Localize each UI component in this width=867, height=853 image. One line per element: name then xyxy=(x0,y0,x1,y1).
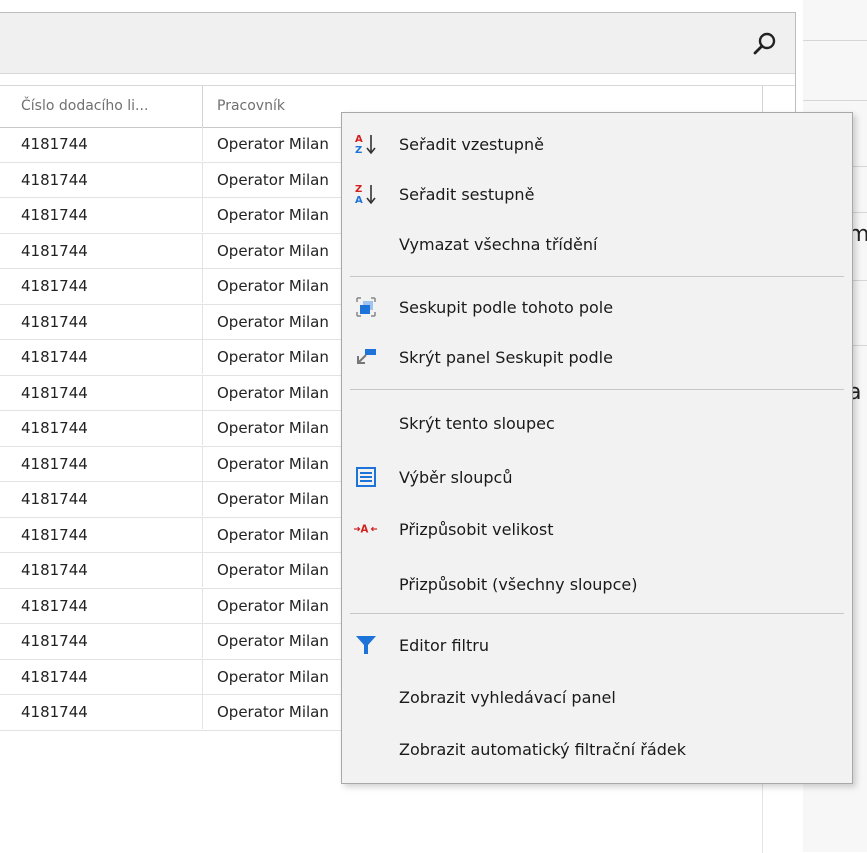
menu-separator xyxy=(350,389,844,390)
menu-item-show-search-panel[interactable]: Zobrazit vyhledávací panel xyxy=(342,673,852,723)
menu-item-hide-group-panel[interactable]: Skrýt panel Seskupit podle xyxy=(342,333,852,383)
menu-item-sort-descending[interactable]: Z A Seřadit sestupně xyxy=(342,170,852,220)
svg-text:A: A xyxy=(360,525,368,536)
cell-delivery-note[interactable]: 4181744 xyxy=(7,517,203,552)
menu-item-clear-sorting[interactable]: Vymazat všechna třídění xyxy=(342,220,852,270)
cell-delivery-note[interactable]: 4181744 xyxy=(7,304,203,339)
group-by-field-icon xyxy=(354,295,378,319)
svg-text:Z: Z xyxy=(355,145,362,156)
menu-item-hide-column[interactable]: Skrýt tento sloupec xyxy=(342,399,852,449)
menu-separator xyxy=(350,276,844,277)
sort-ascending-icon: A Z xyxy=(354,132,378,156)
grid-toolbar xyxy=(0,13,795,74)
menu-item-filter-editor[interactable]: Editor filtru xyxy=(342,621,852,671)
cell-delivery-note[interactable]: 4181744 xyxy=(7,269,203,303)
svg-text:Z: Z xyxy=(355,184,362,195)
filter-icon xyxy=(354,633,378,657)
cell-delivery-note[interactable]: 4181744 xyxy=(7,553,203,587)
svg-text:A: A xyxy=(355,134,363,145)
hide-group-panel-icon xyxy=(354,345,378,369)
cell-delivery-note[interactable]: 4181744 xyxy=(7,233,203,268)
menu-item-best-fit[interactable]: A Přizpůsobit velikost xyxy=(342,505,852,555)
menu-item-sort-ascending[interactable]: A Z Seřadit vzestupně xyxy=(342,120,852,170)
cell-delivery-note[interactable]: 4181744 xyxy=(7,375,203,410)
cell-delivery-note[interactable]: 4181744 xyxy=(7,624,203,658)
column-header-delivery-note[interactable]: Číslo dodacího li... xyxy=(7,86,203,127)
cell-delivery-note[interactable]: 4181744 xyxy=(7,446,203,481)
menu-item-best-fit-all[interactable]: Přizpůsobit (všechny sloupce) xyxy=(342,560,852,610)
sort-descending-icon: Z A xyxy=(354,182,378,206)
svg-text:A: A xyxy=(355,195,363,206)
column-context-menu: A Z Seřadit vzestupně Z A Seřadit sestup… xyxy=(341,112,853,784)
cell-delivery-note[interactable]: 4181744 xyxy=(7,198,203,232)
cell-delivery-note[interactable]: 4181744 xyxy=(7,695,203,729)
menu-item-column-chooser[interactable]: Výběr sloupců xyxy=(342,453,852,503)
cell-delivery-note[interactable]: 4181744 xyxy=(7,659,203,694)
menu-separator xyxy=(350,613,844,614)
cell-delivery-note[interactable]: 4181744 xyxy=(7,162,203,197)
search-icon[interactable] xyxy=(752,31,778,57)
cell-delivery-note[interactable]: 4181744 xyxy=(7,411,203,445)
cell-delivery-note[interactable]: 4181744 xyxy=(7,127,203,161)
menu-item-show-auto-filter-row[interactable]: Zobrazit automatický filtrační řádek xyxy=(342,725,852,775)
cell-delivery-note[interactable]: 4181744 xyxy=(7,340,203,374)
cell-delivery-note[interactable]: 4181744 xyxy=(7,482,203,516)
menu-item-group-by-field[interactable]: Seskupit podle tohoto pole xyxy=(342,283,852,333)
column-chooser-icon xyxy=(354,465,378,489)
cell-delivery-note[interactable]: 4181744 xyxy=(7,588,203,623)
best-fit-icon: A xyxy=(354,517,378,541)
